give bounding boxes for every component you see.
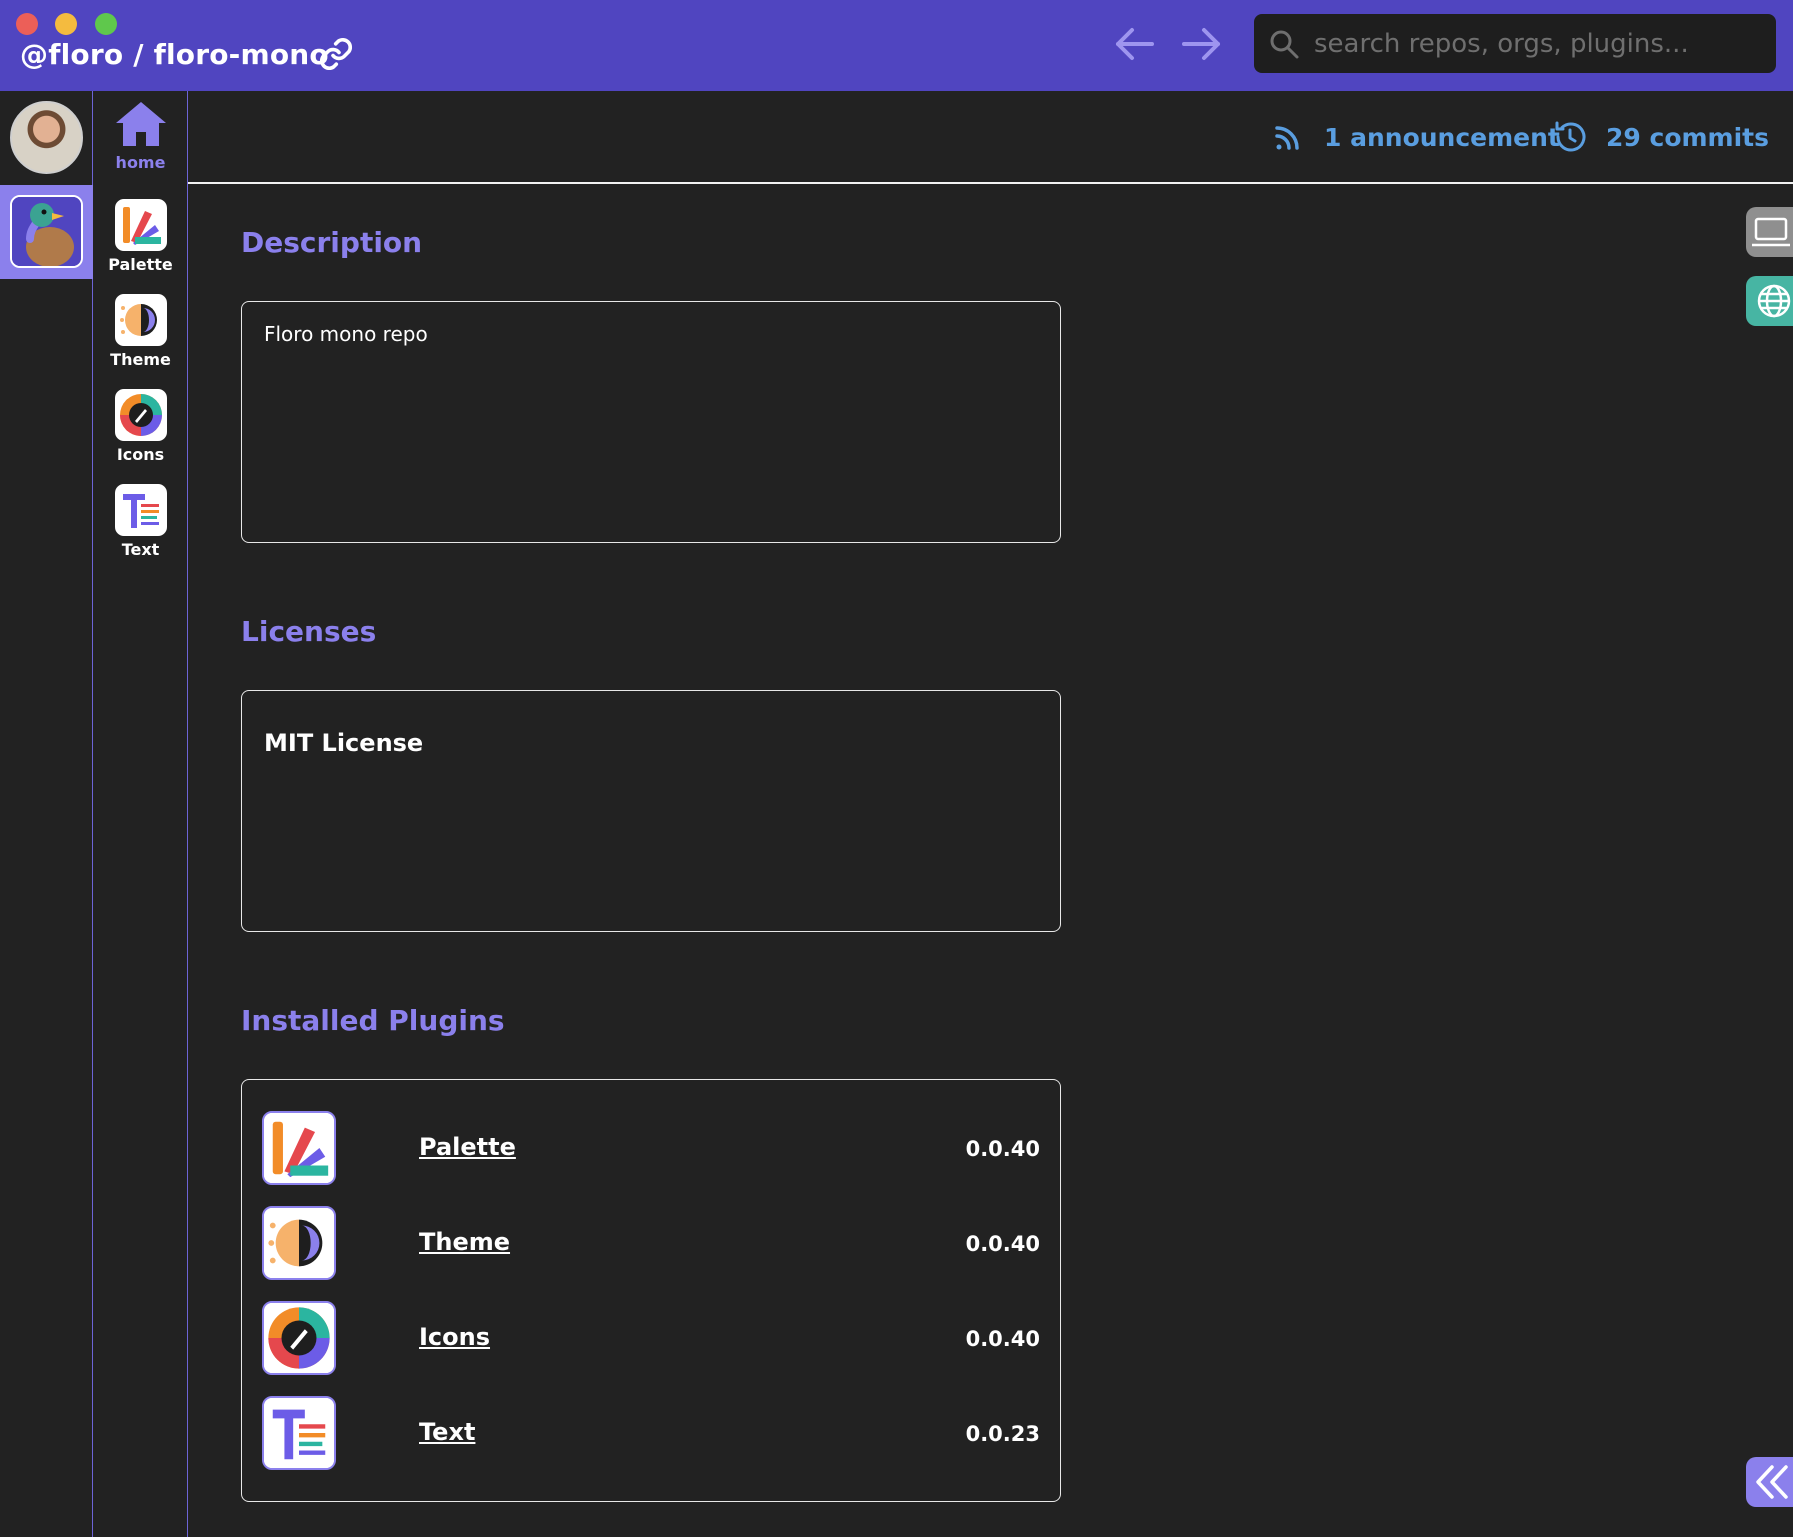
repo-duck-icon[interactable] [10,195,83,268]
sidebar-item-palette[interactable]: Palette [93,199,188,274]
icons-plugin-icon[interactable] [262,1301,336,1375]
plugin-row-palette: Palette 0.0.40 [262,1111,1040,1187]
installed-plugins-box: Palette 0.0.40 Theme 0.0.40 Icons 0.0.40… [241,1079,1061,1502]
sidebar-item-label: Theme [110,350,171,369]
text-plugin-icon [114,484,167,536]
forward-arrow-icon[interactable] [1180,24,1224,64]
history-icon [1555,121,1586,152]
description-box: Floro mono repo [241,301,1061,543]
search-box [1254,14,1776,73]
plugin-name-link[interactable]: Text [419,1418,475,1446]
app-window: @floro / floro-mono search repos, orgs, … [0,0,1793,1537]
sidebar-item-theme[interactable]: Theme [93,294,188,369]
commits-count: 29 commits [1606,122,1769,152]
description-text: Floro mono repo [264,322,428,346]
sidebar-item-label: Text [121,540,160,559]
plugin-sidebar: home Palette Theme Icons Text [93,91,188,1537]
plugin-version: 0.0.40 [965,1137,1040,1161]
plugin-row-text: Text 0.0.23 [262,1396,1040,1472]
remote-globe-tab[interactable] [1746,276,1793,326]
sidebar-item-label: Icons [116,445,165,464]
sidebar-item-text[interactable]: Text [93,484,188,559]
icons-plugin-icon [114,389,167,441]
close-window-button[interactable] [16,13,38,35]
palette-plugin-icon[interactable] [262,1111,336,1185]
plugin-version: 0.0.23 [965,1422,1040,1446]
installed-plugins-heading: Installed Plugins [241,1004,505,1037]
account-column [0,91,93,1537]
licenses-heading: Licenses [241,615,377,648]
plugin-row-icons: Icons 0.0.40 [262,1301,1040,1377]
collapse-panel-button[interactable] [1746,1457,1793,1507]
maximize-window-button[interactable] [95,13,117,35]
license-text: MIT License [264,729,424,757]
announcements-link[interactable]: 1 announcement [1270,119,1560,155]
sidebar-item-label: home [115,153,166,172]
search-input[interactable] [1314,22,1754,65]
laptop-icon [1752,217,1790,247]
double-chevron-left-icon [1756,1465,1788,1499]
back-arrow-icon[interactable] [1112,24,1156,64]
local-laptop-tab[interactable] [1746,207,1793,257]
plugin-row-theme: Theme 0.0.40 [262,1206,1040,1282]
plugin-name-link[interactable]: Palette [419,1133,516,1161]
commits-link[interactable]: 29 commits [1552,119,1769,155]
search-icon [1270,30,1299,59]
repo-header: 1 announcement 29 commits [188,91,1793,184]
text-plugin-icon[interactable] [262,1396,336,1470]
rss-feed-icon [1275,126,1299,150]
plugin-version: 0.0.40 [965,1327,1040,1351]
licenses-box: MIT License [241,690,1061,932]
announcements-count: 1 announcement [1324,122,1560,152]
minimize-window-button[interactable] [55,13,77,35]
home-icon [115,102,166,146]
repo-title: @floro / floro-mono [20,37,329,71]
plugin-version: 0.0.40 [965,1232,1040,1256]
sidebar-item-icons[interactable]: Icons [93,389,188,464]
globe-icon [1757,284,1791,318]
title-bar: @floro / floro-mono [0,0,1793,91]
sidebar-item-label: Palette [108,255,173,274]
theme-plugin-icon[interactable] [262,1206,336,1280]
description-heading: Description [241,226,423,259]
plugin-name-link[interactable]: Theme [419,1228,510,1256]
sidebar-item-home[interactable]: home [93,99,188,172]
avatar[interactable] [10,101,83,174]
link-icon[interactable] [318,36,354,72]
palette-plugin-icon [114,199,167,251]
plugin-name-link[interactable]: Icons [419,1323,490,1351]
theme-plugin-icon [114,294,167,346]
